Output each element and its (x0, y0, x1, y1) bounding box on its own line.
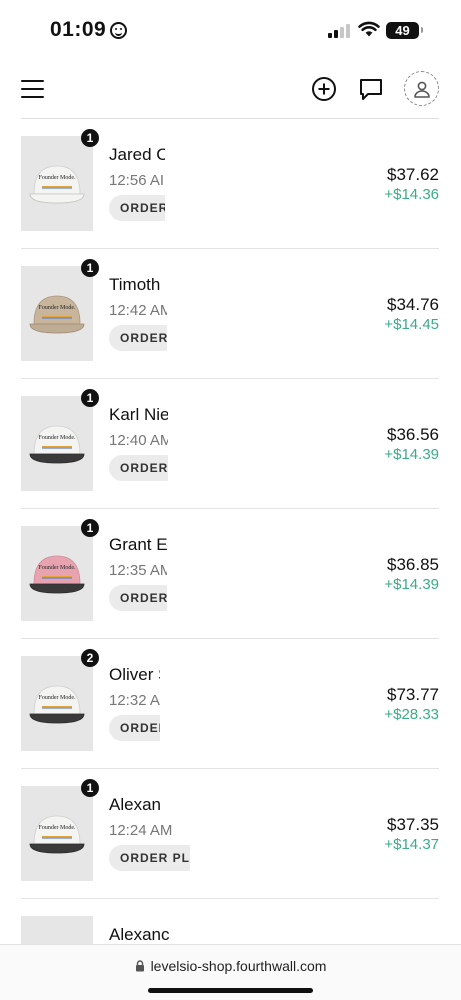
order-profit: +$14.37 (384, 836, 439, 853)
quantity-badge: 1 (81, 779, 99, 797)
order-list: Founder Mode. 1 Jared C 12:56 AI ORDER $… (0, 119, 461, 1000)
smiley-icon (110, 21, 128, 39)
cap-image: Founder Mode. (29, 555, 85, 594)
svg-text:Founder Mode.: Founder Mode. (39, 175, 76, 181)
product-thumbnail: Founder Mode. (21, 786, 93, 881)
svg-text:Founder Mode.: Founder Mode. (39, 305, 76, 311)
svg-text:Founder Mode.: Founder Mode. (39, 435, 76, 441)
order-profit: +$14.45 (384, 316, 439, 333)
account-button[interactable] (404, 71, 439, 106)
quantity-badge: 2 (81, 649, 99, 667)
product-thumbnail: Founder Mode. (21, 656, 93, 751)
browser-url-bar[interactable]: levelsio-shop.fourthwall.com (0, 944, 461, 1000)
order-profit: +$28.33 (384, 706, 439, 723)
order-total: $36.56 (387, 425, 439, 444)
order-total: $73.77 (387, 685, 439, 704)
order-row[interactable]: Founder Mode. 1 Jared C 12:56 AI ORDER $… (0, 119, 461, 249)
user-icon (413, 81, 430, 98)
customer-name: Karl Nie (109, 405, 170, 424)
order-row[interactable]: Founder Mode. 2 Oliver S 12:32 A ORDEI $… (0, 639, 461, 769)
top-nav (0, 66, 461, 112)
order-row[interactable]: Founder Mode. 1 Alexan 12:24 AM ORDER PL… (0, 769, 461, 899)
cellular-signal-icon (328, 24, 350, 38)
customer-name: Jared C (109, 145, 169, 164)
status-badge: ORDER PL (109, 845, 202, 871)
cap-image: Founder Mode. (29, 815, 85, 854)
messages-button[interactable] (354, 72, 388, 106)
clip-mask (160, 659, 270, 747)
clip-mask (168, 399, 238, 487)
battery-icon: 49 (386, 22, 423, 39)
cap-image: Founder Mode. (29, 685, 85, 724)
quantity-badge: 1 (81, 259, 99, 277)
order-time: 12:35 AM (109, 562, 173, 579)
cap-image: Founder Mode. (29, 165, 85, 204)
product-thumbnail: Founder Mode. (21, 266, 93, 361)
order-time: 12:40 AM (109, 432, 173, 449)
quantity-badge: 1 (81, 389, 99, 407)
order-total: $36.85 (387, 555, 439, 574)
product-thumbnail: Founder Mode. (21, 396, 93, 491)
svg-text:Founder Mode.: Founder Mode. (39, 825, 76, 831)
url-text: levelsio-shop.fourthwall.com (150, 958, 327, 974)
order-time: 12:42 AM (109, 302, 173, 319)
svg-text:Founder Mode.: Founder Mode. (39, 565, 76, 571)
lock-icon (135, 960, 144, 972)
url-display[interactable]: levelsio-shop.fourthwall.com (0, 958, 461, 974)
customer-name: Grant E (109, 535, 168, 554)
clip-mask (167, 529, 247, 617)
order-total: $37.62 (387, 165, 439, 184)
clock-text: 01:09 (50, 18, 107, 41)
home-indicator (148, 988, 313, 993)
add-button[interactable] (307, 72, 341, 106)
order-profit: +$14.39 (384, 446, 439, 463)
svg-text:Founder Mode.: Founder Mode. (39, 695, 76, 701)
status-bar: 01:09 49 (0, 0, 461, 60)
order-total: $34.76 (387, 295, 439, 314)
product-thumbnail: Founder Mode. (21, 136, 93, 231)
clip-mask (167, 269, 267, 357)
order-total: $37.35 (387, 815, 439, 834)
order-profit: +$14.39 (384, 576, 439, 593)
hamburger-icon[interactable] (21, 80, 44, 98)
plus-circle-icon (312, 77, 336, 101)
order-time: 12:24 AM (109, 822, 173, 839)
customer-name: Alexan (109, 795, 161, 814)
status-time: 01:09 (50, 18, 128, 42)
order-profit: +$14.36 (384, 186, 439, 203)
customer-name: Timoth (109, 275, 161, 294)
clip-mask (165, 139, 295, 227)
order-row[interactable]: Founder Mode. 1 Grant E 12:35 AM ORDER $… (0, 509, 461, 639)
product-thumbnail: Founder Mode. (21, 526, 93, 621)
order-time: 12:56 AI (109, 172, 165, 189)
order-row[interactable]: Founder Mode. 1 Timoth 12:42 AM ORDER $3… (0, 249, 461, 379)
quantity-badge: 1 (81, 519, 99, 537)
chat-bubble-icon (360, 79, 382, 100)
cap-image: Founder Mode. (29, 295, 85, 334)
battery-level: 49 (395, 23, 410, 38)
clip-mask (190, 789, 270, 877)
wifi-icon (358, 21, 380, 37)
cap-image: Founder Mode. (29, 425, 85, 464)
customer-name: Alexanc (109, 925, 170, 944)
quantity-badge: 1 (81, 129, 99, 147)
order-time: 12:32 A (109, 692, 160, 709)
order-row[interactable]: Founder Mode. 1 Karl Nie 12:40 AM ORDER … (0, 379, 461, 509)
